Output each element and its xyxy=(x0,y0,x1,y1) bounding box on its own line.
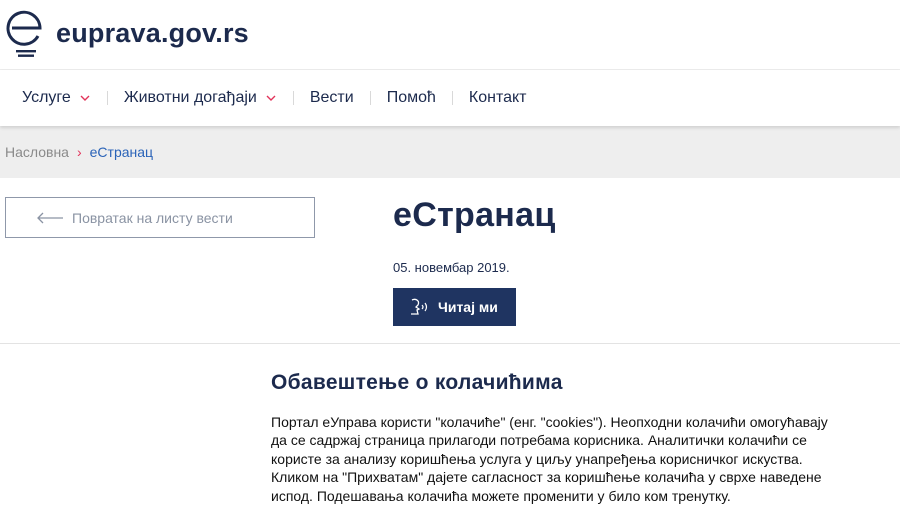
breadcrumb-home-link[interactable]: Насловна xyxy=(5,144,69,160)
site-logo[interactable]: euprava.gov.rs xyxy=(4,6,249,60)
logo-text: euprava.gov.rs xyxy=(56,17,249,48)
nav-divider xyxy=(451,91,453,105)
breadcrumb-separator: › xyxy=(76,144,82,160)
nav-item-label: Вести xyxy=(309,89,354,106)
nav-item-label: Контакт xyxy=(468,89,527,106)
chevron-down-icon xyxy=(266,95,276,101)
back-button-label: Повратак на листу вести xyxy=(72,209,233,226)
cookie-notice-title: Обавештење о колачићима xyxy=(271,371,563,394)
nav-item-label: Услуге xyxy=(22,89,71,106)
nav-divider xyxy=(106,91,108,105)
cookie-text-line: Портал еУправа користи "колачиће" (енг. … xyxy=(271,414,828,430)
nav-item-usluge[interactable]: Услуге xyxy=(22,89,91,107)
page-title: еСтранац xyxy=(393,196,556,234)
read-aloud-label: Читај ми xyxy=(438,299,498,315)
read-aloud-button[interactable]: Читај ми xyxy=(393,288,516,326)
main-nav: Услуге Животни догађаји Вести Помоћ Конт… xyxy=(0,70,900,126)
speaker-head-icon xyxy=(411,298,428,315)
nav-item-label: Животни догађаји xyxy=(123,89,257,106)
back-to-news-button[interactable]: Повратак на листу вести xyxy=(5,197,315,238)
nav-item-vesti[interactable]: Вести xyxy=(310,89,354,107)
nav-divider xyxy=(292,91,294,105)
site-header: euprava.gov.rs xyxy=(0,0,900,70)
section-divider xyxy=(0,343,900,344)
nav-item-zivotni-dogadjaji[interactable]: Животни догађаји xyxy=(124,89,277,107)
cookie-notice-text: Портал еУправа користи "колачиће" (енг. … xyxy=(271,413,900,505)
cookie-text-line: користе за анализу коришћења услуга у ци… xyxy=(271,450,803,467)
article-date: 05. новембар 2019. xyxy=(393,260,510,275)
nav-item-label: Помоћ xyxy=(386,89,436,106)
cookie-text-line: испод. Подешавања колачића можете промен… xyxy=(271,487,731,504)
arrow-left-icon xyxy=(37,212,63,223)
nav-item-kontakt[interactable]: Контакт xyxy=(469,89,527,107)
breadcrumb: Насловна › еСтранац xyxy=(0,126,900,178)
cookie-text-line: да се садржај страница прилагоди потреба… xyxy=(271,432,807,449)
e-letter-logo-icon xyxy=(6,10,42,57)
nav-divider xyxy=(369,91,371,105)
cookie-text-line: Кликом на "Прихватам" дајете сагласност … xyxy=(271,469,822,486)
nav-item-pomoc[interactable]: Помоћ xyxy=(387,89,436,107)
chevron-down-icon xyxy=(80,95,90,101)
breadcrumb-current: еСтранац xyxy=(89,144,154,160)
